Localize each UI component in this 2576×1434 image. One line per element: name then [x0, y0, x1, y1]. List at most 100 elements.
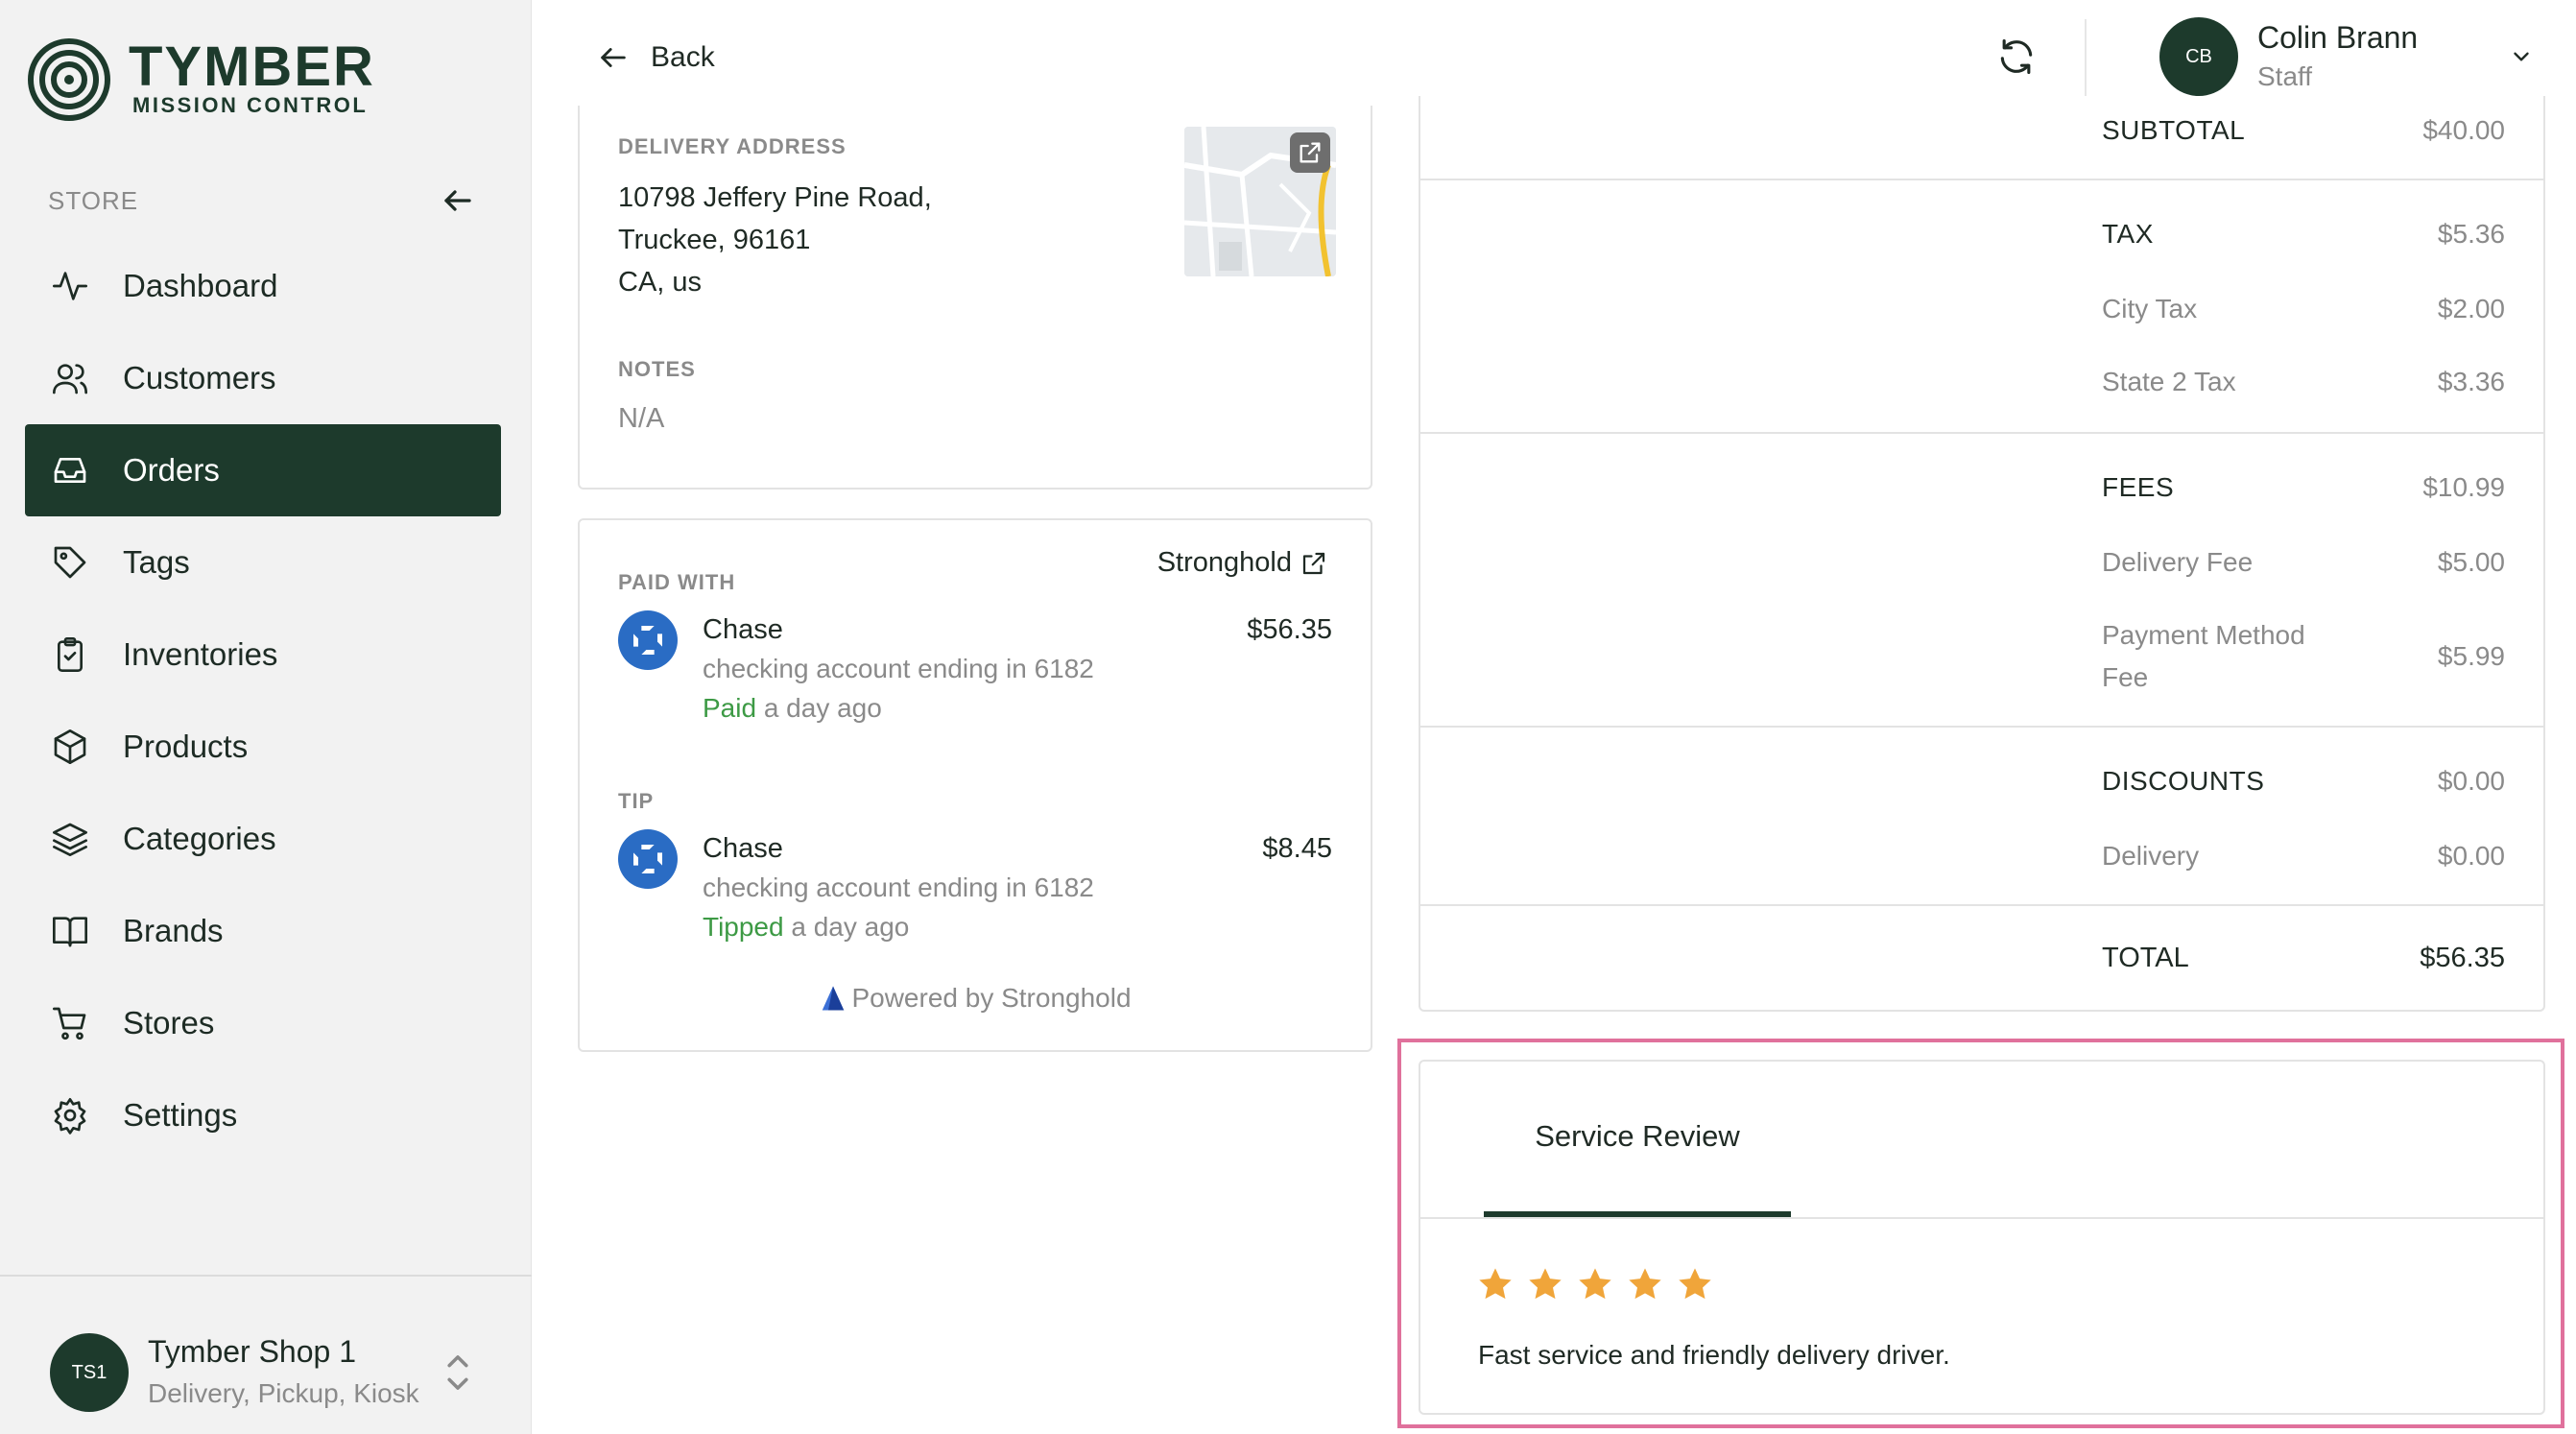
cart-icon: [50, 1003, 90, 1043]
paid-bank-name: Chase: [703, 614, 783, 645]
external-link-icon: [1302, 552, 1325, 574]
sidebar-item-products[interactable]: Products: [25, 701, 501, 793]
total-value: $56.35: [2420, 943, 2505, 973]
sidebar-item-label: Products: [123, 729, 249, 764]
review-tab-divider: [1420, 1217, 2543, 1219]
tax-section: TAX $5.36 City Tax $2.00 State 2 Tax $3.…: [1420, 180, 2543, 434]
sidebar-item-stores[interactable]: Stores: [25, 977, 501, 1069]
stronghold-link[interactable]: Stronghold: [1157, 547, 1328, 579]
discount-item-value: $0.00: [2437, 841, 2505, 871]
star-rating: [1476, 1265, 1726, 1303]
sidebar-item-label: Inventories: [123, 636, 278, 672]
shop-name: Tymber Shop 1: [148, 1334, 356, 1369]
sidebar-item-dashboard[interactable]: Dashboard: [25, 240, 501, 332]
sidebar-item-label: Settings: [123, 1097, 238, 1133]
address-line: Truckee, 96161: [618, 225, 811, 255]
sidebar-item-brands[interactable]: Brands: [25, 885, 501, 977]
shop-avatar: TS1: [50, 1333, 129, 1412]
powered-by: Powered by Stronghold: [580, 983, 1371, 1014]
paid-with-label: PAID WITH: [618, 570, 736, 594]
sidebar-item-settings[interactable]: Settings: [25, 1069, 501, 1161]
tip-account: checking account ending in 6182: [703, 872, 1094, 902]
user-avatar: CB: [2159, 17, 2238, 96]
sidebar-item-label: Orders: [123, 452, 220, 488]
clipboard-check-icon: [50, 634, 90, 675]
total-label: TOTAL: [2102, 943, 2189, 973]
star-icon: [1629, 1268, 1661, 1300]
sidebar-item-orders[interactable]: Orders: [25, 424, 501, 516]
topbar-divider: [2085, 19, 2087, 98]
delivery-address-label: DELIVERY ADDRESS: [618, 134, 847, 158]
stronghold-logo-icon: [823, 986, 845, 1011]
paid-amount: $56.35: [1247, 614, 1332, 645]
tip-amount: $8.45: [1262, 833, 1332, 864]
tip-time: a day ago: [791, 912, 910, 942]
shop-switcher[interactable]: TS1 Tymber Shop 1 Delivery, Pickup, Kios…: [50, 1329, 472, 1416]
tab-service-review[interactable]: Service Review: [1484, 1062, 1791, 1217]
notes-value: N/A: [618, 403, 665, 434]
tax-item-value: $2.00: [2437, 294, 2505, 323]
fees-section: FEES $10.99 Delivery Fee $5.00 Payment M…: [1420, 434, 2543, 728]
target-logo-icon: [28, 38, 110, 121]
subtotal-value: $40.00: [2422, 115, 2505, 145]
powered-by-label: Powered by Stronghold: [851, 983, 1132, 1013]
delivery-address: 10798 Jeffery Pine Road, Truckee, 96161 …: [618, 177, 932, 303]
brand-name: TYMBER: [129, 36, 375, 98]
discounts-value: $0.00: [2437, 766, 2505, 796]
paid-with-row: Chase checking account ending in 6182 Pa…: [618, 610, 1332, 728]
discount-item-label: Delivery: [2102, 841, 2200, 871]
sidebar-item-label: Stores: [123, 1005, 215, 1040]
subtotal-label: SUBTOTAL: [2102, 115, 2246, 145]
paid-status: Paid: [703, 693, 757, 723]
tip-row: Chase checking account ending in 6182 Ti…: [618, 829, 1332, 946]
sidebar-item-tags[interactable]: Tags: [25, 516, 501, 609]
sidebar-item-categories[interactable]: Categories: [25, 793, 501, 885]
user-name: Colin Brann: [2257, 20, 2419, 55]
arrow-left-icon: [444, 190, 471, 211]
chevron-down-icon: [2514, 52, 2529, 61]
tip-status: Tipped: [703, 912, 784, 942]
external-link-icon: [1300, 142, 1321, 163]
inbox-icon: [50, 450, 90, 490]
fees-value: $10.99: [2422, 472, 2505, 502]
user-role: Staff: [2257, 61, 2313, 91]
notes-label: NOTES: [618, 357, 696, 381]
shop-types: Delivery, Pickup, Kiosk: [148, 1378, 419, 1408]
payment-card: Stronghold PAID WITH Chase checking acco…: [578, 518, 1372, 1052]
tymber-logo[interactable]: TYMBER MISSION CONTROL: [27, 36, 375, 123]
paid-time: a day ago: [763, 693, 882, 723]
chase-logo-icon: [618, 610, 678, 670]
back-button[interactable]: Back: [597, 35, 715, 81]
star-icon: [1529, 1268, 1562, 1300]
tax-item-value: $3.36: [2437, 367, 2505, 396]
fee-item-value: $5.00: [2437, 547, 2505, 577]
discounts-section: DISCOUNTS $0.00 Delivery $0.00: [1420, 728, 2543, 906]
arrow-left-icon: [601, 48, 626, 67]
store-section-header: STORE: [48, 179, 480, 223]
box-icon: [50, 727, 90, 767]
sidebar-item-inventories[interactable]: Inventories: [25, 609, 501, 701]
review-text: Fast service and friendly delivery drive…: [1478, 1340, 1950, 1370]
discounts-label: DISCOUNTS: [2102, 766, 2265, 796]
order-summary: SUBTOTAL $40.00 TAX $5.36 City Tax $2.00…: [1419, 96, 2545, 1012]
open-map-button[interactable]: [1290, 132, 1330, 173]
chase-logo-icon: [618, 829, 678, 889]
tag-icon: [50, 542, 90, 583]
refresh-button[interactable]: [1992, 33, 2040, 81]
map-thumbnail[interactable]: [1184, 127, 1336, 276]
address-line: 10798 Jeffery Pine Road,: [618, 182, 932, 213]
fees-label: FEES: [2102, 472, 2175, 502]
user-menu[interactable]: CB Colin Brann Staff: [2159, 17, 2534, 96]
fee-item-label: Payment Method Fee: [2102, 614, 2305, 699]
refresh-icon: [2000, 38, 2033, 75]
delivery-card: DELIVERY ADDRESS 10798 Jeffery Pine Road…: [578, 106, 1372, 490]
subtotal-section: SUBTOTAL $40.00: [1420, 96, 2543, 180]
activity-icon: [50, 266, 90, 306]
sidebar-item-label: Brands: [123, 913, 224, 948]
fee-item-label-line: Fee: [2102, 662, 2149, 692]
collapse-sidebar-button[interactable]: [436, 179, 480, 223]
sidebar-item-customers[interactable]: Customers: [25, 332, 501, 424]
sidebar-item-label: Customers: [123, 360, 276, 395]
chevron-up-down-icon[interactable]: [443, 1349, 472, 1397]
address-line: CA, us: [618, 267, 703, 298]
